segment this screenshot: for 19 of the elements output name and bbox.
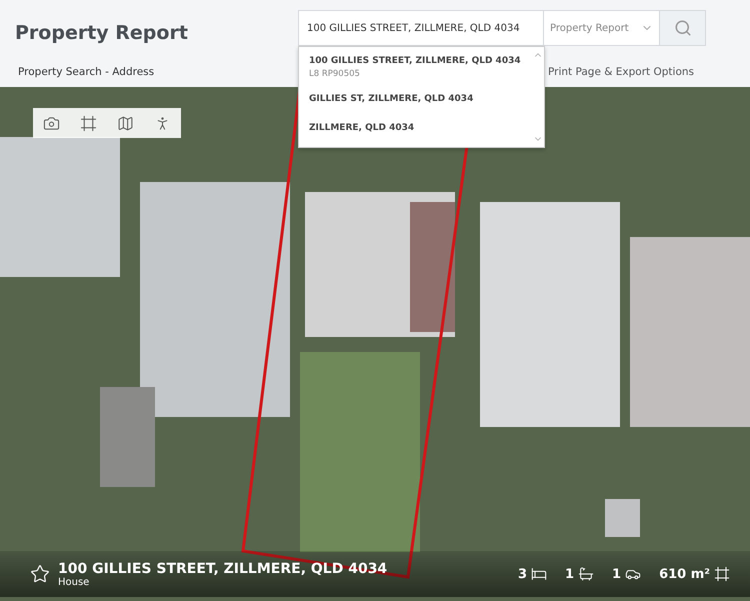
report-type-select[interactable]: Property Report [544, 10, 660, 46]
property-type: House [58, 576, 90, 588]
suggestion-item[interactable]: GILLIES ST, ZILLMERE, QLD 4034 [299, 85, 532, 114]
property-address: 100 GILLIES STREET, ZILLMERE, QLD 4034 [58, 560, 388, 576]
favourite-star-icon[interactable] [30, 564, 50, 584]
page-title: Property Report [15, 22, 189, 44]
feature-value: 610 m² [659, 566, 710, 582]
suggestion-item[interactable]: 100 GILLIES STREET, ZILLMERE, QLD 4034 L8 RP90505 [299, 51, 532, 85]
address-search-field[interactable]: 100 GILLIES STREET, ZILLMERE, QLD 4034 [298, 10, 544, 46]
camera-icon [43, 114, 60, 132]
bed-icon [531, 566, 547, 582]
feature-value: 1 [612, 566, 622, 582]
suggestion-item[interactable]: ZILLMERE, QLD 4034 [299, 114, 532, 143]
breadcrumb: Property Search - Address [18, 66, 154, 78]
bath-icon [578, 566, 594, 582]
search-icon [674, 19, 692, 37]
feature-value: 3 [518, 566, 527, 582]
feature-value: 1 [565, 566, 574, 582]
land-area-icon [714, 566, 730, 582]
